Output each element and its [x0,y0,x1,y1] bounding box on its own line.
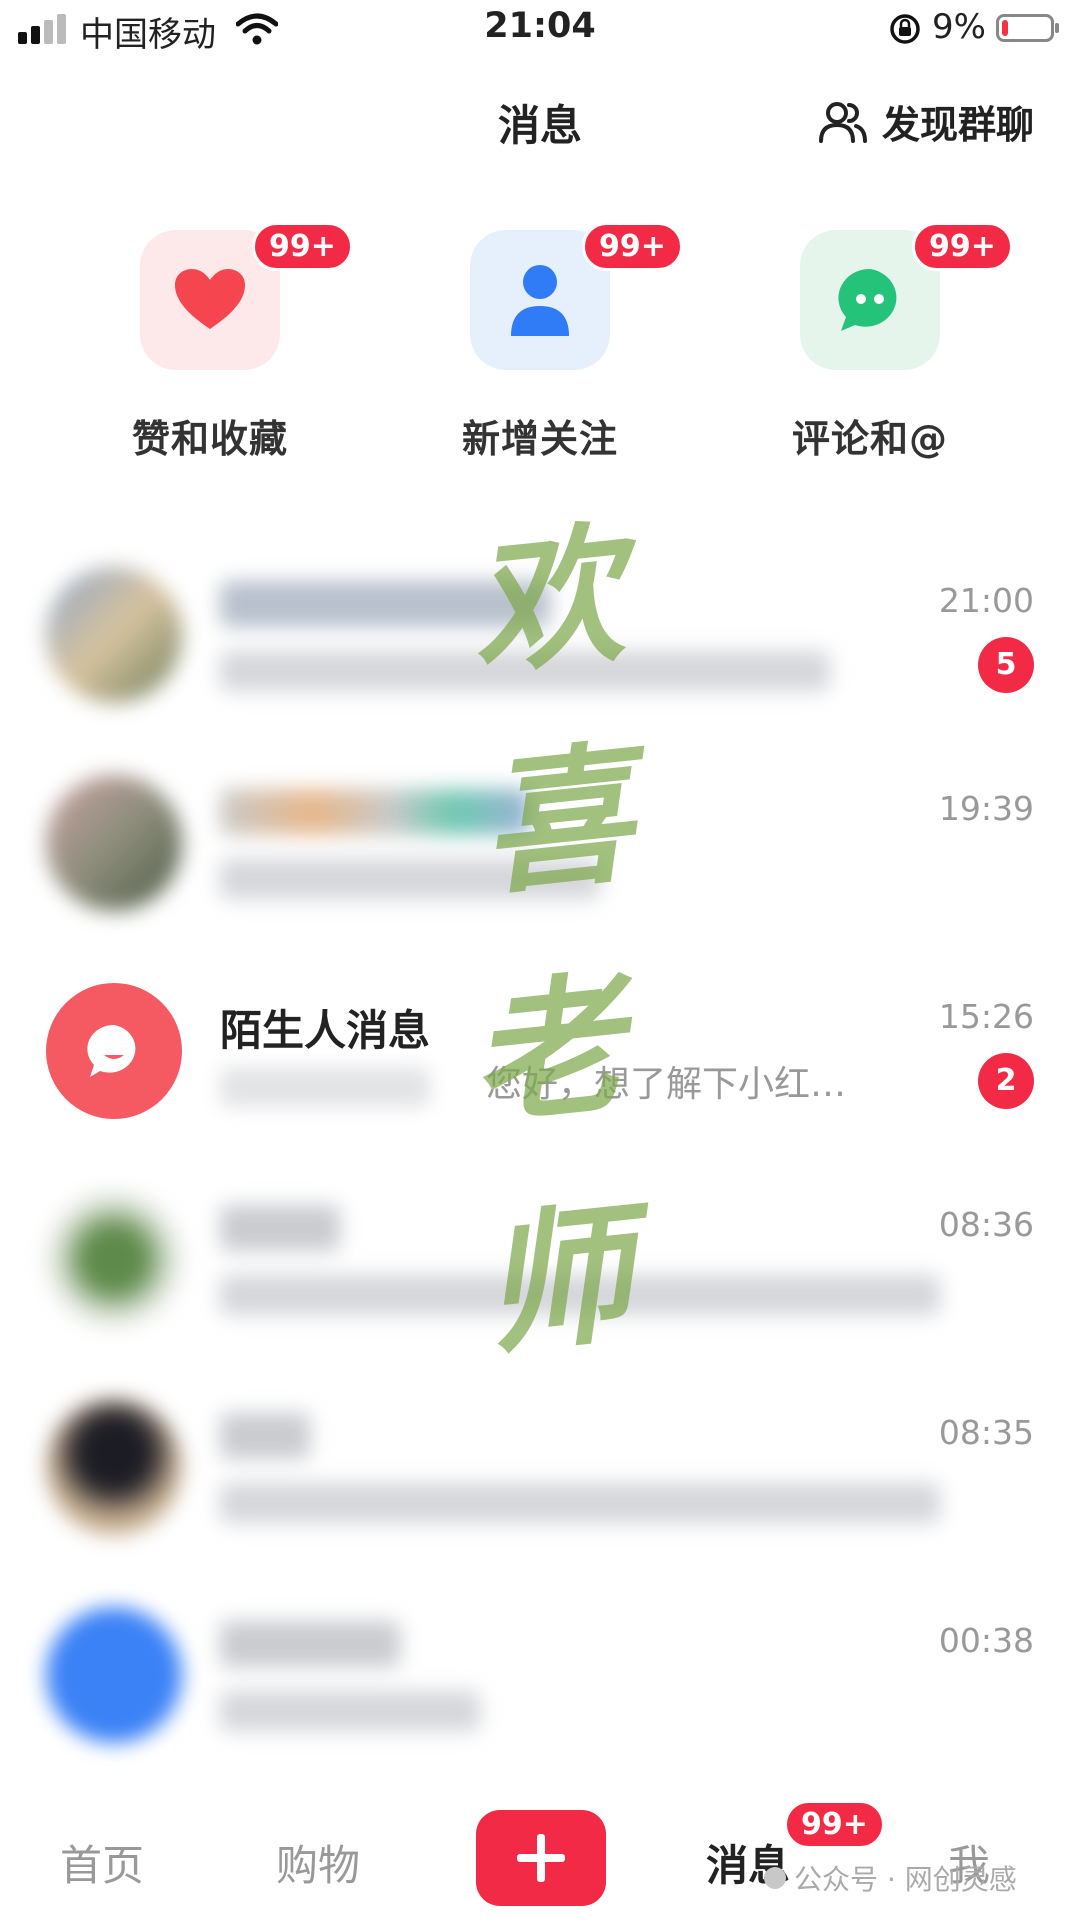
likes-tile: 99+ [140,222,353,370]
tab-shop[interactable]: 购物 [276,1832,360,1893]
followers-badge: 99+ [582,222,683,271]
likes-and-favorites-entry[interactable]: 99+ 赞和收藏 [70,222,353,463]
followers-label: 新增关注 [461,417,618,461]
conversation-time: 19:39 [938,789,1034,828]
avatar [46,1607,182,1743]
group-chat-label: 发现群聊 [881,103,1034,147]
discover-group-chat-button[interactable]: 发现群聊 [816,94,1034,149]
conversation-time: 21:00 [938,581,1034,620]
new-followers-entry[interactable]: 99+ 新增关注 [400,222,683,463]
likes-label: 赞和收藏 [131,417,288,461]
conversation-name-blurred [220,1621,400,1667]
conversation-name-blurred [220,1413,310,1459]
followers-tile: 99+ [470,222,683,370]
notification-entries: 99+ 赞和收藏 99+ 新增关注 99+ 评论和@ [0,222,1080,463]
comments-badge: 99+ [912,222,1013,271]
tab-home[interactable]: 首页 [60,1832,144,1893]
stranger-preview: 您好，想了解下小红… [486,1064,847,1105]
battery-icon [996,14,1059,42]
conversation-preview-blurred [220,1483,940,1523]
conversation-preview-blurred [220,1067,430,1107]
message-bubble-icon [87,1024,136,1077]
avatar [46,1191,182,1327]
conversation-row[interactable]: 08:35 [0,1377,1080,1585]
conversation-row[interactable]: 00:38 [0,1585,1080,1793]
conversation-name-blurred [220,789,530,835]
avatar [46,775,182,911]
conversation-row[interactable]: 19:39 [0,753,1080,961]
credit-text: 公众号 · 网创灵感 [794,1863,1017,1896]
avatar [46,567,182,703]
person-icon [511,265,569,336]
conversation-preview-blurred [220,859,600,899]
conversation-time: 00:38 [938,1621,1034,1660]
header: 消息 发现群聊 [0,80,1080,160]
conversation-name-blurred [220,581,550,627]
bottom-tab-bar: 首页 购物 消息 99+ 我 公众号 · 网创灵感 [0,1782,1080,1922]
conversation-preview-blurred [220,1691,480,1731]
comments-and-mentions-entry[interactable]: 99+ 评论和@ [730,222,1013,463]
messages-badge: 99+ [784,1800,885,1849]
comments-tile: 99+ [800,222,1013,370]
conversation-row[interactable]: 08:36 [0,1169,1080,1377]
plus-icon [517,1834,565,1882]
comments-label: 评论和@ [791,417,948,461]
create-post-button[interactable] [476,1810,606,1906]
rotation-lock-icon [890,14,920,44]
conversation-time: 08:36 [938,1205,1034,1244]
wechat-icon [764,1867,786,1889]
avatar [46,1399,182,1535]
conversation-time: 15:26 [938,997,1034,1036]
conversation-time: 08:35 [938,1413,1034,1452]
conversation-name: 陌生人消息 [220,1006,431,1055]
status-bar: 中国移动 21:04 9% [0,0,1080,60]
conversation-row[interactable]: 21:00 5 [0,545,1080,753]
conversation-preview-blurred [220,1275,940,1315]
battery-percent: 9% [932,7,986,47]
unread-count: 2 [978,1053,1034,1109]
conversation-preview-blurred [220,651,830,691]
stranger-avatar [46,983,182,1119]
conversation-name-blurred [220,1205,340,1251]
conversation-list: 21:00 5 19:39 陌生人消息 15:26 2 08:36 08:35 [0,545,1080,1793]
likes-badge: 99+ [252,222,353,271]
unread-count: 5 [978,637,1034,693]
source-credit: 公众号 · 网创灵感 [764,1858,1017,1898]
group-users-icon [818,101,867,143]
chat-bubble-icon [838,268,897,331]
heart-icon [175,269,245,329]
